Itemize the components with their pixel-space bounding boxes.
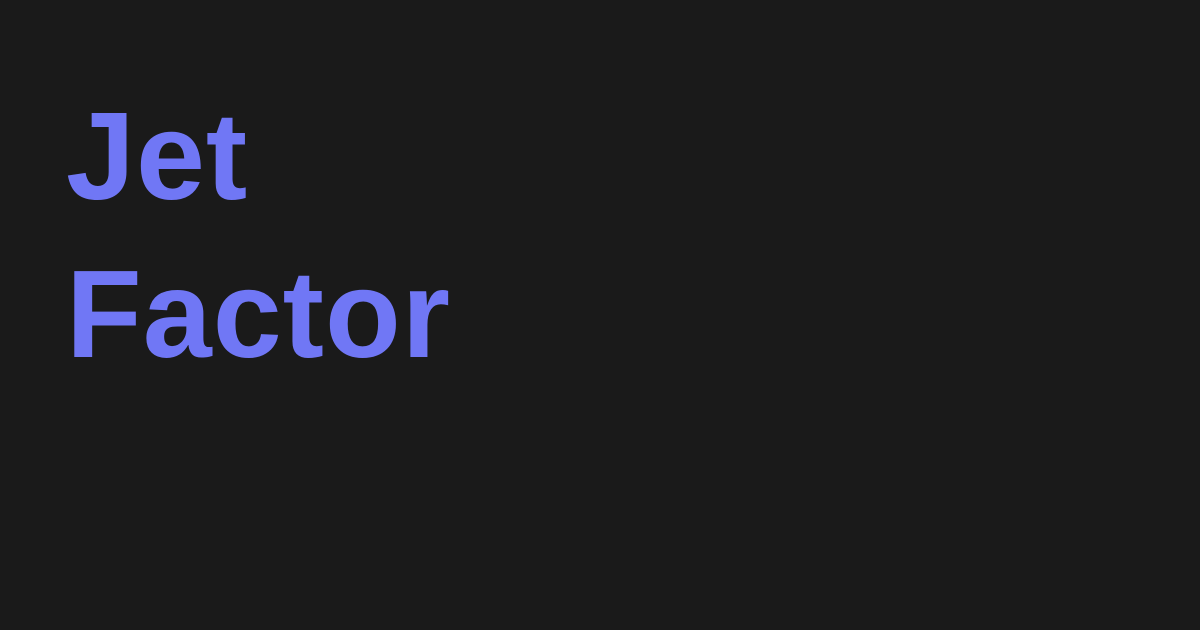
title-line-1: Jet [66, 88, 249, 226]
site-title: Jet Factor [66, 78, 451, 394]
title-line-2: Factor [66, 246, 451, 384]
og-card: Jet Factor [0, 0, 1200, 630]
